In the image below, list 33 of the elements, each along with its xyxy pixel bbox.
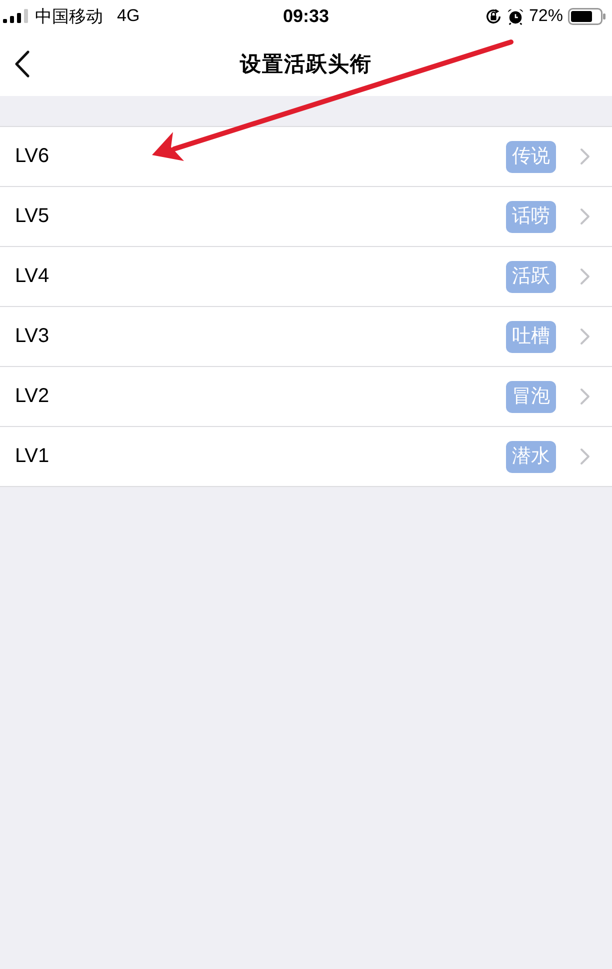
chevron-right-icon [580, 268, 590, 285]
page-title: 设置活跃头衔 [240, 52, 372, 78]
title-badge: 潜水 [506, 440, 556, 472]
level-label: LV1 [15, 445, 50, 468]
chevron-right-icon [580, 328, 590, 345]
title-badge: 吐槽 [506, 320, 556, 352]
level-label: LV5 [15, 205, 50, 228]
chevron-right-icon [580, 388, 590, 405]
title-badge: 活跃 [506, 260, 556, 292]
chevron-right-icon [580, 148, 590, 165]
level-label: LV3 [15, 325, 50, 348]
signal-icon [3, 9, 29, 23]
title-list-item[interactable]: LV4 活跃 [0, 247, 612, 307]
title-list-item[interactable]: LV5 话唠 [0, 187, 612, 247]
title-list-item[interactable]: LV3 吐槽 [0, 307, 612, 367]
title-badge: 话唠 [506, 200, 556, 232]
alarm-clock-icon [506, 8, 524, 24]
status-time: 09:33 [282, 6, 330, 26]
battery-percent: 72% [528, 6, 563, 26]
title-list-item[interactable]: LV1 潜水 [0, 427, 612, 487]
battery-icon [568, 8, 606, 24]
title-badge: 传说 [506, 140, 556, 172]
level-label: LV6 [15, 145, 50, 168]
level-label: LV2 [15, 385, 50, 408]
rotation-lock-icon [484, 8, 502, 24]
chevron-right-icon [580, 448, 590, 465]
level-label: LV4 [15, 265, 50, 288]
title-badge: 冒泡 [506, 380, 556, 412]
carrier-name: 中国移动 [35, 6, 103, 28]
title-list-item[interactable]: LV2 冒泡 [0, 367, 612, 427]
network-type: 4G [117, 6, 140, 26]
chevron-right-icon [580, 208, 590, 225]
back-chevron-icon [14, 50, 30, 78]
